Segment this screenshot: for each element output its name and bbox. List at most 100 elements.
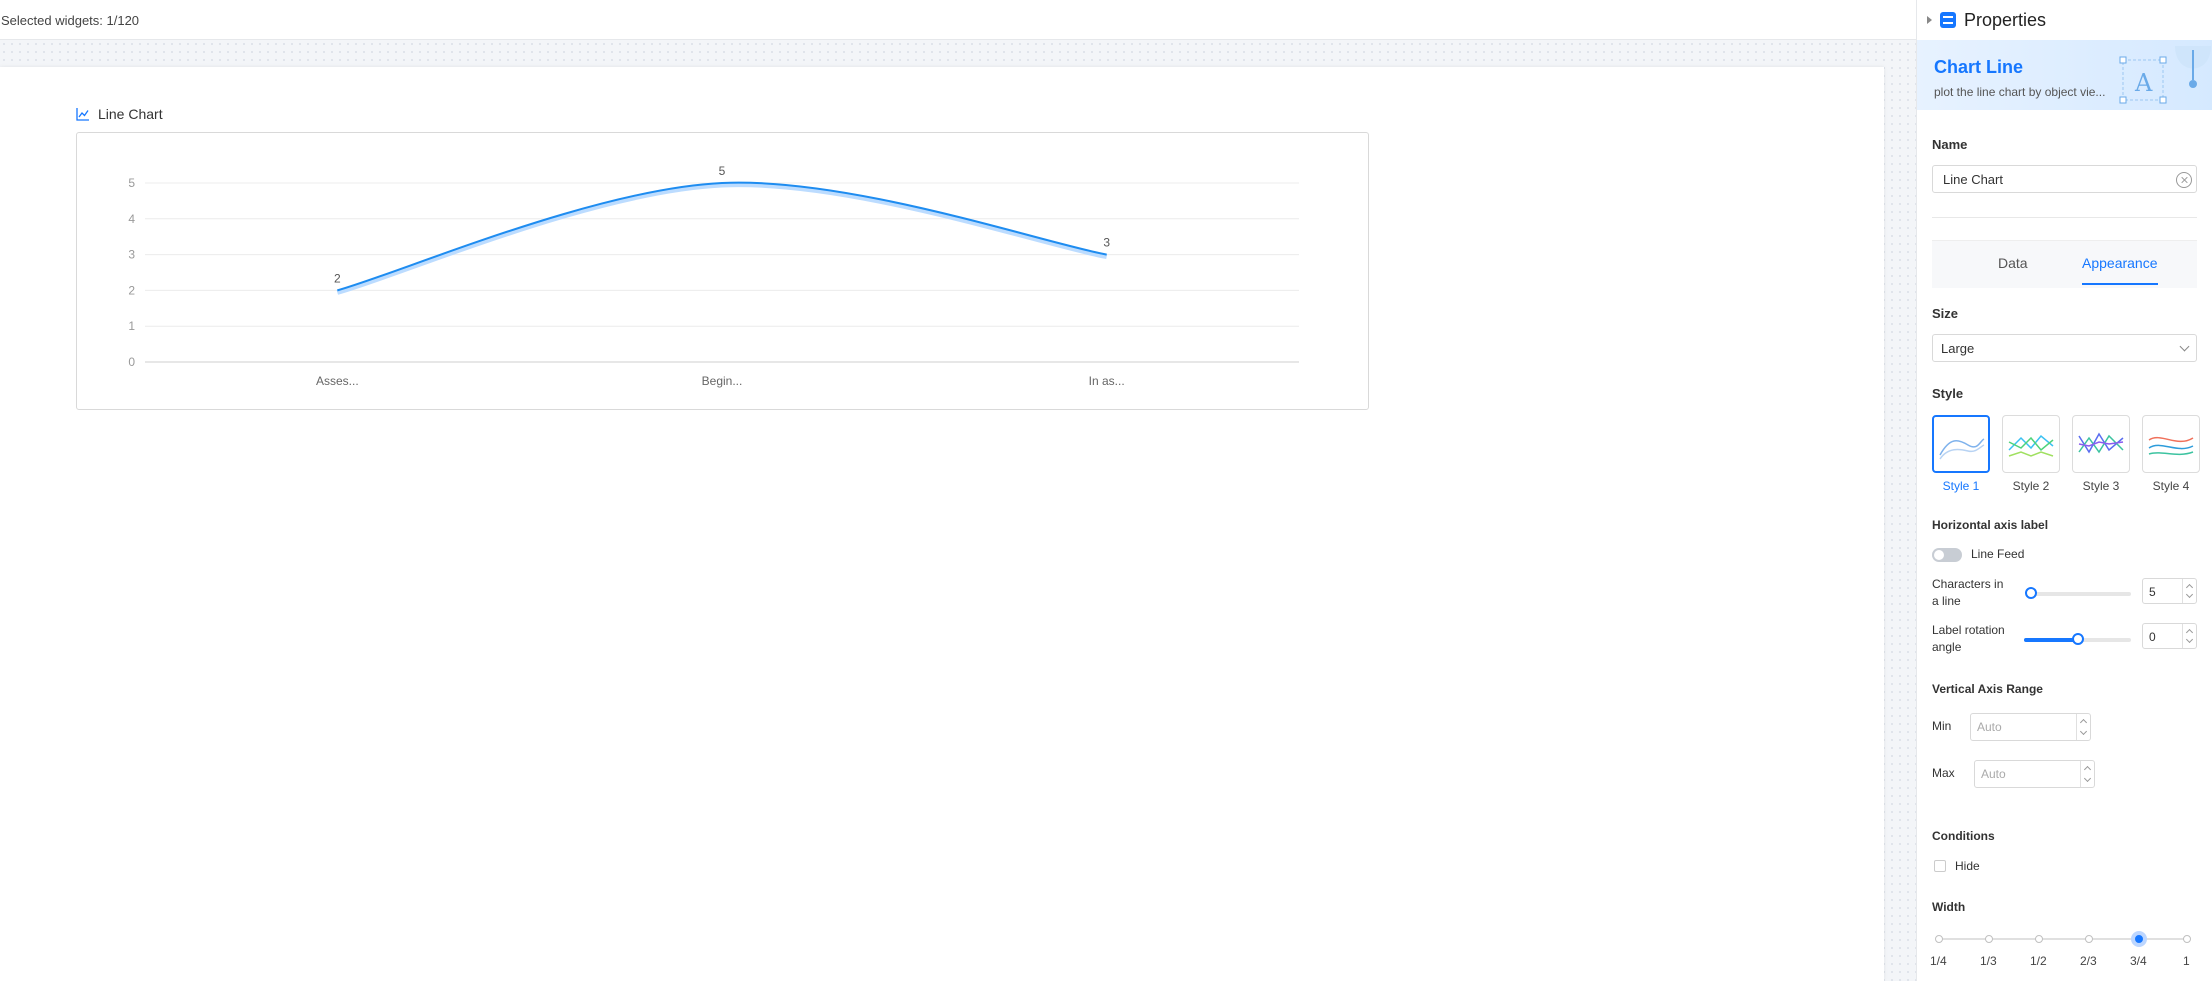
style-4-preview-icon xyxy=(2148,436,2194,456)
min-input[interactable]: Auto xyxy=(1970,713,2091,741)
widget-banner: Chart Line plot the line chart by object… xyxy=(1917,40,2212,110)
width-label: Width xyxy=(1932,900,1966,914)
data-label: 5 xyxy=(719,164,726,178)
x-tick-label: Asses... xyxy=(316,374,359,388)
style-option-2[interactable] xyxy=(2002,415,2060,473)
min-label: Min xyxy=(1932,719,1952,733)
rotation-stepper[interactable] xyxy=(2182,624,2196,648)
width-stop-1-4[interactable] xyxy=(1935,935,1943,943)
divider xyxy=(1932,217,2197,218)
characters-input[interactable]: 5 xyxy=(2142,578,2197,604)
canvas[interactable]: Line Chart 0 1 2 3 4 5 Asses... Begin... In as..… xyxy=(0,40,1916,981)
width-label-1-3: 1/3 xyxy=(1980,954,1997,968)
panel-tabs: Data Appearance xyxy=(1932,240,2197,288)
width-label-1-2: 1/2 xyxy=(2030,954,2047,968)
y-tick-label: 2 xyxy=(128,283,135,297)
width-label-3-4: 3/4 xyxy=(2130,954,2147,968)
style-4-label: Style 4 xyxy=(2152,479,2190,493)
rotation-slider[interactable] xyxy=(2024,633,2131,645)
style-3-label: Style 3 xyxy=(2082,479,2120,493)
style-2-label: Style 2 xyxy=(2012,479,2050,493)
x-tick-label: Begin... xyxy=(702,374,743,388)
style-1-label: Style 1 xyxy=(1942,479,1980,493)
properties-panel: Properties Chart Line plot the line char… xyxy=(1916,0,2212,981)
min-input-placeholder: Auto xyxy=(1977,720,2002,734)
collapse-caret-icon[interactable] xyxy=(1927,16,1932,24)
line-feed-toggle[interactable] xyxy=(1932,548,1962,562)
name-input-value: Line Chart xyxy=(1943,172,2003,187)
x-tick-label: In as... xyxy=(1089,374,1125,388)
width-label-1: 1 xyxy=(2183,954,2190,968)
width-stop-2-3[interactable] xyxy=(2085,935,2093,943)
style-label: Style xyxy=(1932,386,1964,401)
properties-title: Properties xyxy=(1964,9,2047,30)
max-input-placeholder: Auto xyxy=(1981,767,2006,781)
widget-title-text: Line Chart xyxy=(98,106,163,122)
style-3-preview-icon xyxy=(2078,432,2124,454)
hide-checkbox[interactable] xyxy=(1934,860,1946,872)
properties-header: Properties xyxy=(1917,0,2212,40)
rotation-input-value: 0 xyxy=(2149,630,2156,644)
size-label: Size xyxy=(1932,306,1959,321)
width-stop-1-3[interactable] xyxy=(1985,935,1993,943)
top-bar: Selected widgets: 1/120 xyxy=(0,0,1916,40)
max-stepper[interactable] xyxy=(2080,761,2094,787)
width-label-1-4: 1/4 xyxy=(1930,954,1947,968)
y-tick-label: 1 xyxy=(128,319,135,333)
style-option-3[interactable] xyxy=(2072,415,2130,473)
rotation-slider-fill xyxy=(2024,638,2078,642)
line-feed-label: Line Feed xyxy=(1971,547,2025,561)
characters-stepper[interactable] xyxy=(2182,579,2196,603)
width-stop-1[interactable] xyxy=(2183,935,2191,943)
widget-title: Line Chart xyxy=(76,106,163,122)
y-tick-label: 0 xyxy=(128,355,135,369)
tab-appearance[interactable]: Appearance xyxy=(2082,255,2158,285)
width-slider[interactable] xyxy=(1935,931,2191,947)
data-label: 3 xyxy=(1103,236,1110,250)
rotation-input[interactable]: 0 xyxy=(2142,623,2197,649)
rotation-label-line-1: Label rotation xyxy=(1932,623,2005,637)
clear-icon[interactable] xyxy=(2176,172,2192,188)
line-chart-icon xyxy=(76,108,89,121)
series-line xyxy=(337,181,1107,292)
line-chart: 0 1 2 3 4 5 Asses... Begin... In as... 2 5 3 xyxy=(128,164,1299,388)
min-stepper[interactable] xyxy=(2076,714,2090,740)
tab-data[interactable]: Data xyxy=(1998,255,2028,283)
rotation-slider-handle[interactable] xyxy=(2072,633,2084,645)
characters-label-line-1: Characters in xyxy=(1932,577,2004,591)
characters-input-value: 5 xyxy=(2149,585,2156,599)
style-option-1[interactable] xyxy=(1932,415,1990,473)
banner-subtitle: plot the line chart by object vie... xyxy=(1934,85,2106,99)
characters-slider[interactable] xyxy=(2025,587,2131,599)
characters-label: Characters in a line xyxy=(1932,576,2003,610)
size-select-value: Large xyxy=(1941,341,1975,356)
page[interactable]: Line Chart 0 1 2 3 4 5 Asses... Begin... In as..… xyxy=(0,67,1884,981)
width-label-2-3: 2/3 xyxy=(2080,954,2097,968)
characters-slider-handle[interactable] xyxy=(2025,587,2037,599)
selected-widgets-count: Selected widgets: 1/120 xyxy=(1,13,140,28)
max-input[interactable]: Auto xyxy=(1974,760,2095,788)
properties-icon xyxy=(1940,12,1956,28)
y-tick-label: 5 xyxy=(128,176,135,190)
name-input[interactable]: Line Chart xyxy=(1932,165,2197,193)
y-tick-label: 4 xyxy=(128,212,135,226)
style-1-preview-icon xyxy=(1939,438,1985,460)
rotation-label-line-2: angle xyxy=(1932,640,1962,654)
series-line-shadow xyxy=(336,182,1108,295)
style-option-4[interactable] xyxy=(2142,415,2200,473)
data-label: 2 xyxy=(334,271,341,285)
banner-title: Chart Line xyxy=(1934,57,2024,77)
rotation-label: Label rotation angle xyxy=(1932,622,2005,656)
chevron-down-icon xyxy=(2179,341,2190,352)
max-label: Max xyxy=(1932,766,1955,780)
width-stop-3-4[interactable] xyxy=(2131,931,2147,947)
line-chart-widget[interactable]: 0 1 2 3 4 5 Asses... Begin... In as... 2 5 3 xyxy=(76,132,1369,410)
svg-text:A: A xyxy=(2134,69,2153,97)
horizontal-axis-label: Horizontal axis label xyxy=(1932,518,2049,532)
banner-illustration-icon: A xyxy=(2119,46,2211,104)
size-select[interactable]: Large xyxy=(1932,334,2197,362)
width-stop-1-2[interactable] xyxy=(2035,935,2043,943)
hide-label: Hide xyxy=(1955,859,1980,873)
style-2-preview-icon xyxy=(2008,434,2054,457)
characters-label-line-2: a line xyxy=(1932,594,1961,608)
